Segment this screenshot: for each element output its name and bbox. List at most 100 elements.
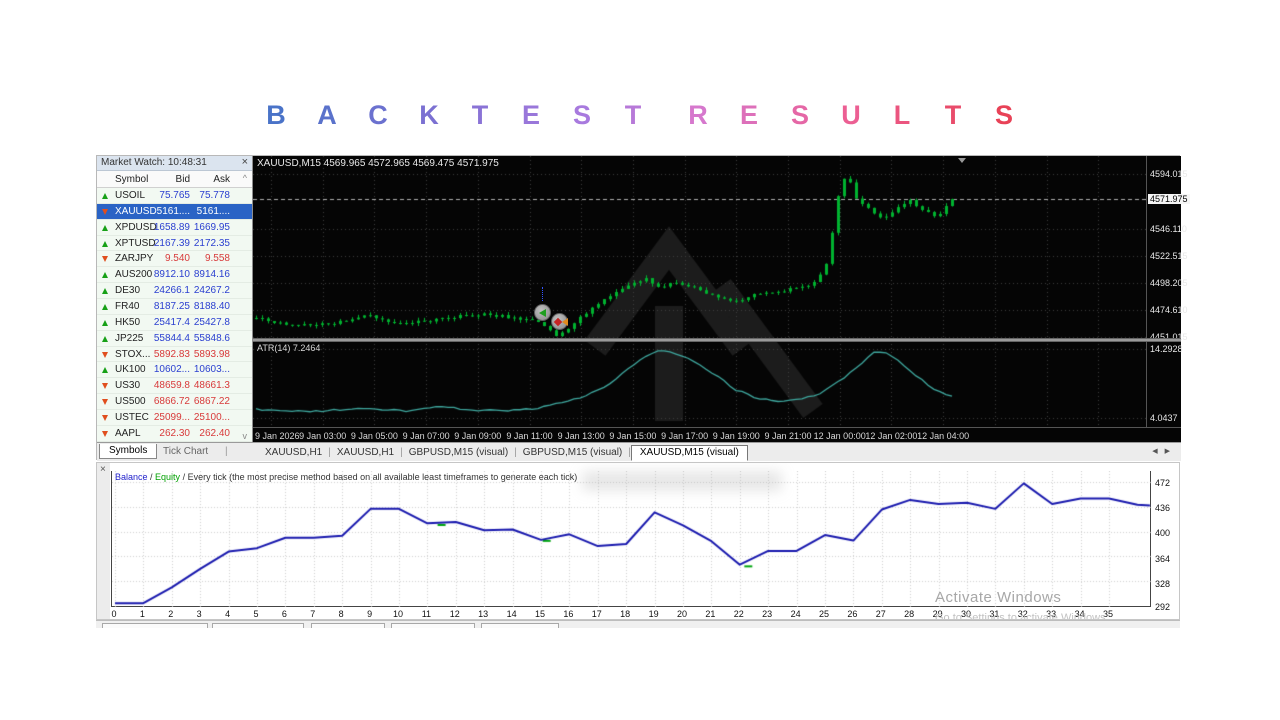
market-watch-row-ustec[interactable]: USTEC25099...25100... bbox=[97, 410, 252, 426]
column-symbol: Symbol bbox=[115, 174, 148, 185]
time-tick-label: 9 Jan 05:00 bbox=[351, 431, 398, 441]
tab-symbols[interactable]: Symbols bbox=[99, 444, 157, 459]
bid-price: 6866.72 bbox=[154, 396, 190, 407]
current-price-label: 4571.975 bbox=[1148, 194, 1190, 204]
column-bid: Bid bbox=[176, 174, 190, 185]
tester-graph[interactable]: Balance / Equity / Every tick (the most … bbox=[111, 471, 1151, 607]
activate-windows-subtext: Go to Settings to activate Windows. bbox=[935, 612, 1109, 620]
market-watch-row-xauusd[interactable]: XAUUSD5161....5161.... bbox=[97, 204, 252, 220]
trade-marker-sell[interactable] bbox=[551, 313, 568, 330]
bid-price: 25417.4 bbox=[154, 317, 190, 328]
tester-side-strip bbox=[97, 463, 110, 620]
chart-tab-4[interactable]: XAUUSD,M15 (visual) bbox=[631, 445, 748, 461]
scroll-right-icon[interactable]: ▶ bbox=[1165, 448, 1177, 455]
market-watch-row-jp225[interactable]: JP22555844.455848.6 bbox=[97, 331, 252, 347]
time-tick-label: 12 Jan 02:00 bbox=[865, 431, 917, 441]
chart-plot[interactable]: XAUUSD,M15 4569.965 4572.965 4569.475 45… bbox=[253, 156, 1146, 427]
chart-tab-0[interactable]: XAUUSD,H1 bbox=[259, 447, 328, 458]
bid-price: 8187.25 bbox=[154, 301, 190, 312]
market-watch-row-aapl[interactable]: AAPL262.30262.40 bbox=[97, 426, 252, 442]
market-watch-row-uk100[interactable]: UK10010602...10603... bbox=[97, 362, 252, 378]
down-arrow-icon bbox=[102, 399, 108, 405]
time-tick-label: 9 Jan 07:00 bbox=[403, 431, 450, 441]
price-tick-label: 4594.015 bbox=[1150, 169, 1188, 179]
up-arrow-icon bbox=[102, 272, 108, 278]
tab-separator: | bbox=[225, 446, 228, 457]
tester-y-tick: 436 bbox=[1155, 503, 1170, 513]
market-watch-row-aus200[interactable]: AUS2008912.108914.16 bbox=[97, 267, 252, 283]
market-watch-row-hk50[interactable]: HK5025417.425427.8 bbox=[97, 315, 252, 331]
down-arrow-icon bbox=[102, 209, 108, 215]
balance-curve-canvas[interactable] bbox=[112, 471, 1152, 607]
down-arrow-icon bbox=[102, 415, 108, 421]
tester-tab-stub[interactable] bbox=[391, 623, 475, 628]
market-watch-row-stox[interactable]: STOX...5892.835893.98 bbox=[97, 347, 252, 363]
tester-x-tick: 25 bbox=[814, 609, 834, 619]
chart-panel: XAUUSD,M15 4569.965 4572.965 4569.475 45… bbox=[253, 156, 1181, 442]
tester-x-tick: 16 bbox=[558, 609, 578, 619]
tester-tab-stub[interactable] bbox=[481, 623, 559, 628]
time-axis[interactable]: 9 Jan 20269 Jan 03:00 9 Jan 05:00 9 Jan 07… bbox=[253, 427, 1181, 442]
up-arrow-icon bbox=[102, 241, 108, 247]
title-letter: T bbox=[455, 100, 506, 131]
close-icon[interactable]: × bbox=[100, 464, 106, 475]
time-tick-label: 9 Jan 2026 bbox=[255, 431, 300, 441]
chart-tab-2[interactable]: GBPUSD,M15 (visual) bbox=[403, 447, 514, 458]
market-watch-row-fr40[interactable]: FR408187.258188.40 bbox=[97, 299, 252, 315]
tester-x-tick: 22 bbox=[729, 609, 749, 619]
title-letter: S bbox=[557, 100, 608, 131]
time-tick-label: 9 Jan 03:00 bbox=[299, 431, 346, 441]
close-icon[interactable]: × bbox=[242, 156, 248, 168]
tester-x-tick: 21 bbox=[700, 609, 720, 619]
tab-tick-chart[interactable]: Tick Chart bbox=[163, 446, 208, 457]
up-arrow-icon bbox=[102, 304, 108, 310]
screen: BACKTESTRESULTS Market Watch: 10:48:31 ×… bbox=[0, 0, 1280, 720]
tester-tab-stub[interactable] bbox=[212, 623, 304, 628]
symbol-name: US500 bbox=[115, 396, 146, 407]
bid-price: 25099... bbox=[154, 412, 190, 423]
scroll-up-icon[interactable]: ^ bbox=[243, 173, 247, 183]
bid-price: 9.540 bbox=[165, 253, 190, 264]
market-watch-row-xptusd[interactable]: XPTUSD2167.392172.35 bbox=[97, 236, 252, 252]
tester-tab-stub[interactable] bbox=[311, 623, 385, 628]
market-watch-row-de30[interactable]: DE3024266.124267.2 bbox=[97, 283, 252, 299]
market-watch-row-zarjpy[interactable]: ZARJPY9.5409.558 bbox=[97, 251, 252, 267]
tester-x-tick: 8 bbox=[331, 609, 351, 619]
symbol-name: US30 bbox=[115, 380, 140, 391]
bid-price: 1658.89 bbox=[154, 222, 190, 233]
tab-scroll-arrows[interactable]: ◀▶ bbox=[1152, 447, 1177, 455]
title-letter: T bbox=[928, 100, 979, 131]
ask-price: 24267.2 bbox=[194, 285, 230, 296]
symbol-name: JP225 bbox=[115, 333, 143, 344]
bid-price: 48659.8 bbox=[154, 380, 190, 391]
legend-separator: / bbox=[148, 472, 156, 482]
market-watch-row-usoil[interactable]: USOIL75.76575.778 bbox=[97, 188, 252, 204]
market-watch-list: USOIL75.76575.778XAUUSD5161....5161....X… bbox=[97, 188, 252, 442]
legend-balance: Balance bbox=[115, 472, 148, 482]
time-tick-label: 9 Jan 13:00 bbox=[558, 431, 605, 441]
price-axis[interactable]: 4594.0154571.9754546.1104522.5154498.205… bbox=[1146, 156, 1181, 427]
symbol-name: XAUUSD bbox=[115, 206, 157, 217]
bid-price: 75.765 bbox=[159, 190, 190, 201]
market-watch-row-xpdusd[interactable]: XPDUSD1658.891669.95 bbox=[97, 220, 252, 236]
time-tick-label: 9 Jan 17:00 bbox=[661, 431, 708, 441]
scroll-left-icon[interactable]: ◀ bbox=[1152, 448, 1164, 455]
market-watch-row-us500[interactable]: US5006866.726867.22 bbox=[97, 394, 252, 410]
chart-tab-1[interactable]: XAUUSD,H1 bbox=[331, 447, 400, 458]
title-letter: K bbox=[404, 100, 455, 131]
pane-separator[interactable] bbox=[253, 338, 1181, 342]
market-watch-row-us30[interactable]: US30 48659.8 48661.3 bbox=[97, 378, 252, 394]
price-tick-label: 4546.110 bbox=[1150, 224, 1187, 234]
tester-x-tick: 19 bbox=[644, 609, 664, 619]
candlestick-canvas[interactable] bbox=[253, 156, 1146, 427]
trade-marker-buy[interactable] bbox=[534, 304, 551, 321]
tester-x-tick: 15 bbox=[530, 609, 550, 619]
bid-price: 5161.... bbox=[157, 206, 190, 217]
symbol-name: FR40 bbox=[115, 301, 139, 312]
chart-tab-3[interactable]: GBPUSD,M15 (visual) bbox=[517, 447, 628, 458]
ask-price: 48661.3 bbox=[194, 380, 230, 391]
scroll-down-icon[interactable]: v bbox=[243, 431, 248, 441]
tester-legend: Balance / Equity / Every tick (the most … bbox=[115, 472, 577, 482]
tester-y-tick: 472 bbox=[1155, 478, 1170, 488]
tester-tab-stub[interactable] bbox=[102, 623, 208, 628]
